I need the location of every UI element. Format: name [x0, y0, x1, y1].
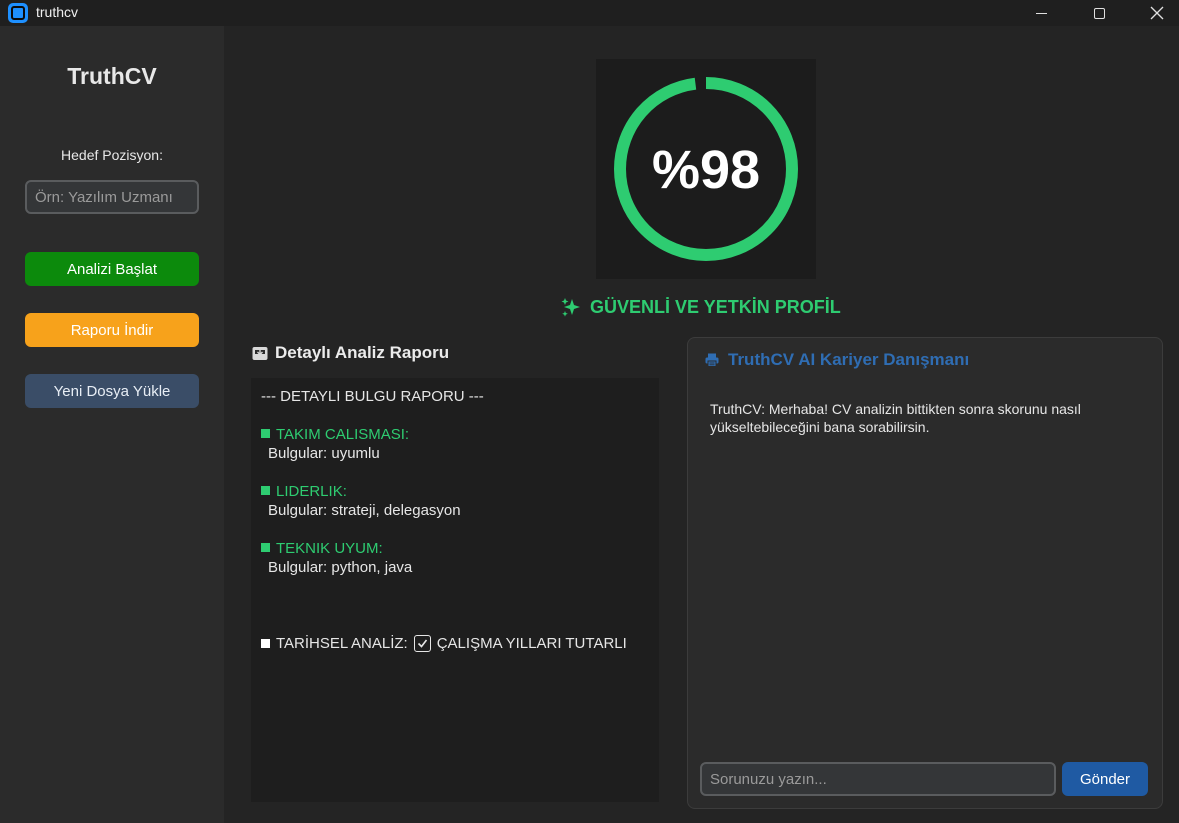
report-section-title: TEKNIK UYUM:	[261, 539, 383, 558]
printer-icon	[705, 353, 719, 367]
report-heading-text: Detaylı Analiz Raporu	[275, 343, 450, 362]
sidebar: TruthCV Hedef Pozisyon: Analizi Başlat R…	[0, 26, 224, 823]
report-section-title-text: TEKNIK UYUM:	[276, 540, 383, 557]
white-square-icon	[261, 639, 270, 648]
report-section-title-text: TAKIM CALISMASI:	[276, 426, 410, 443]
report-section-findings: Bulgular: strateji, delegasyon	[268, 502, 461, 519]
report-section-title: TAKIM CALISMASI:	[261, 425, 409, 444]
chat-question-input[interactable]	[700, 762, 1056, 796]
upload-new-file-button[interactable]: Yeni Dosya Yükle	[25, 374, 199, 408]
send-button[interactable]: Gönder	[1062, 762, 1148, 796]
maximize-icon	[1093, 7, 1105, 19]
report-textbox[interactable]: --- DETAYLI BULGU RAPORU --- TAKIM CALIS…	[251, 378, 659, 802]
report-section-findings: Bulgular: python, java	[268, 559, 413, 576]
close-icon	[1150, 6, 1164, 20]
window-title: truthcv	[36, 4, 79, 20]
score-gauge: %98	[596, 59, 816, 279]
sparkles-icon	[561, 298, 580, 317]
score-value: %98	[651, 140, 761, 200]
history-value: ÇALIŞMA YILLARI TUTARLI	[436, 635, 627, 652]
chat-title: TruthCV AI Kariyer Danışmanı	[704, 350, 969, 370]
report-heading: Detaylı Analiz Raporu	[251, 343, 449, 363]
chat-title-text: TruthCV AI Kariyer Danışmanı	[728, 350, 970, 369]
brand-title: TruthCV	[67, 63, 157, 89]
green-square-icon	[261, 429, 270, 438]
download-report-button[interactable]: Raporu İndir	[25, 313, 199, 347]
verdict-text: GÜVENLİ VE YETKİN PROFİL	[590, 296, 841, 317]
start-analysis-button[interactable]: Analizi Başlat	[25, 252, 199, 286]
close-button[interactable]	[1128, 0, 1179, 26]
maximize-button[interactable]	[1070, 0, 1128, 26]
chat-message: TruthCV: Merhaba! CV analizin bittikten …	[710, 401, 1081, 435]
inbox-tray-icon	[252, 347, 268, 360]
report-section-title-text: LIDERLIK:	[276, 483, 347, 500]
chat-panel: TruthCV AI Kariyer Danışmanı TruthCV: Me…	[687, 337, 1163, 809]
verdict-label: GÜVENLİ VE YETKİN PROFİL	[560, 296, 880, 318]
check-box-icon	[413, 635, 431, 652]
minimize-button[interactable]	[1012, 0, 1070, 26]
target-position-input[interactable]	[25, 180, 199, 214]
history-analysis-line: TARİHSEL ANALİZ: ÇALIŞMA YILLARI TUTARLI	[261, 634, 627, 653]
app-icon	[8, 3, 28, 23]
report-title-line: --- DETAYLI BULGU RAPORU ---	[261, 388, 484, 405]
green-square-icon	[261, 543, 270, 552]
target-position-label: Hedef Pozisyon:	[61, 147, 163, 163]
minimize-icon	[1035, 12, 1047, 14]
report-section-title: LIDERLIK:	[261, 482, 347, 501]
report-section-findings: Bulgular: uyumlu	[268, 445, 380, 462]
history-label: TARİHSEL ANALİZ:	[276, 635, 408, 652]
title-bar: truthcv	[0, 0, 1179, 26]
green-square-icon	[261, 486, 270, 495]
